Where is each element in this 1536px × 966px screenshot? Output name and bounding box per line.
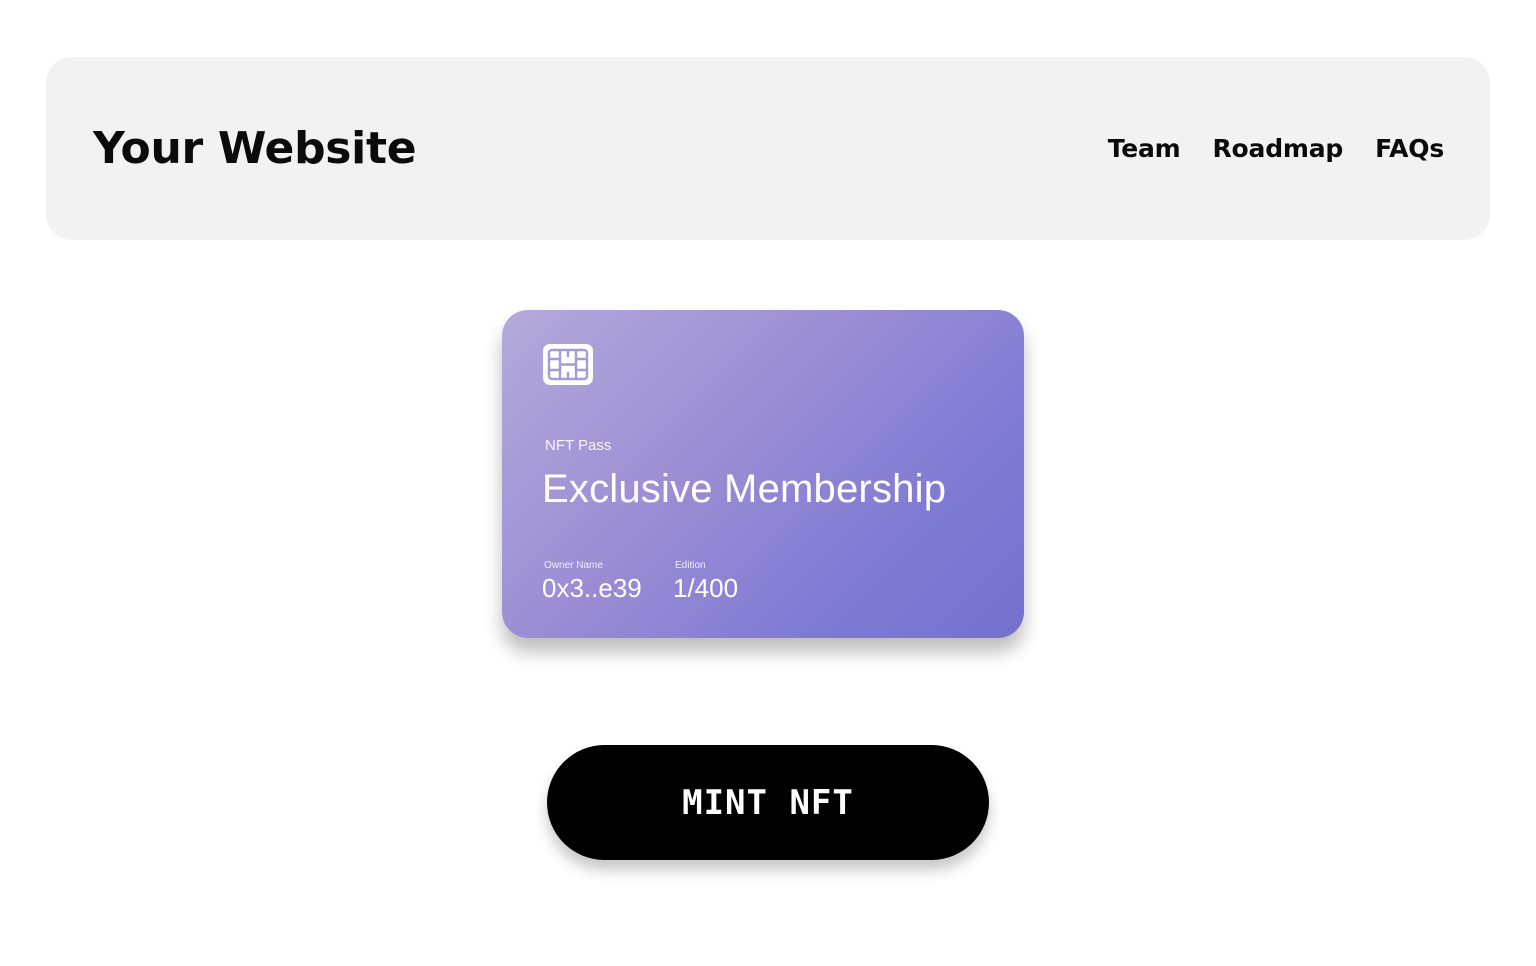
edition-value: 1/400 (673, 573, 739, 603)
edition-info: Edition 1/400 (673, 560, 738, 604)
owner-value: 0x3..e39 (542, 573, 642, 603)
nav-link-faqs[interactable]: FAQs (1375, 133, 1444, 165)
sim-chip-icon (543, 344, 593, 385)
page: Your Website Team Roadmap FAQs NFT Pass … (0, 0, 1536, 966)
nav-link-team[interactable]: Team (1108, 133, 1181, 165)
owner-label: Owner Name (544, 560, 603, 571)
nft-pass-card: NFT Pass Exclusive Membership Owner Name… (502, 310, 1024, 638)
site-header: Your Website Team Roadmap FAQs (46, 57, 1490, 240)
card-title: Exclusive Membership (542, 467, 947, 511)
main-nav: Team Roadmap FAQs (1108, 133, 1445, 165)
brand-title[interactable]: Your Website (93, 120, 417, 178)
card-kicker: NFT Pass (545, 437, 612, 454)
owner-info: Owner Name 0x3..e39 (542, 560, 642, 604)
mint-nft-button[interactable]: MINT NFT (547, 745, 989, 860)
nav-link-roadmap[interactable]: Roadmap (1213, 133, 1344, 165)
edition-label: Edition (675, 560, 706, 571)
